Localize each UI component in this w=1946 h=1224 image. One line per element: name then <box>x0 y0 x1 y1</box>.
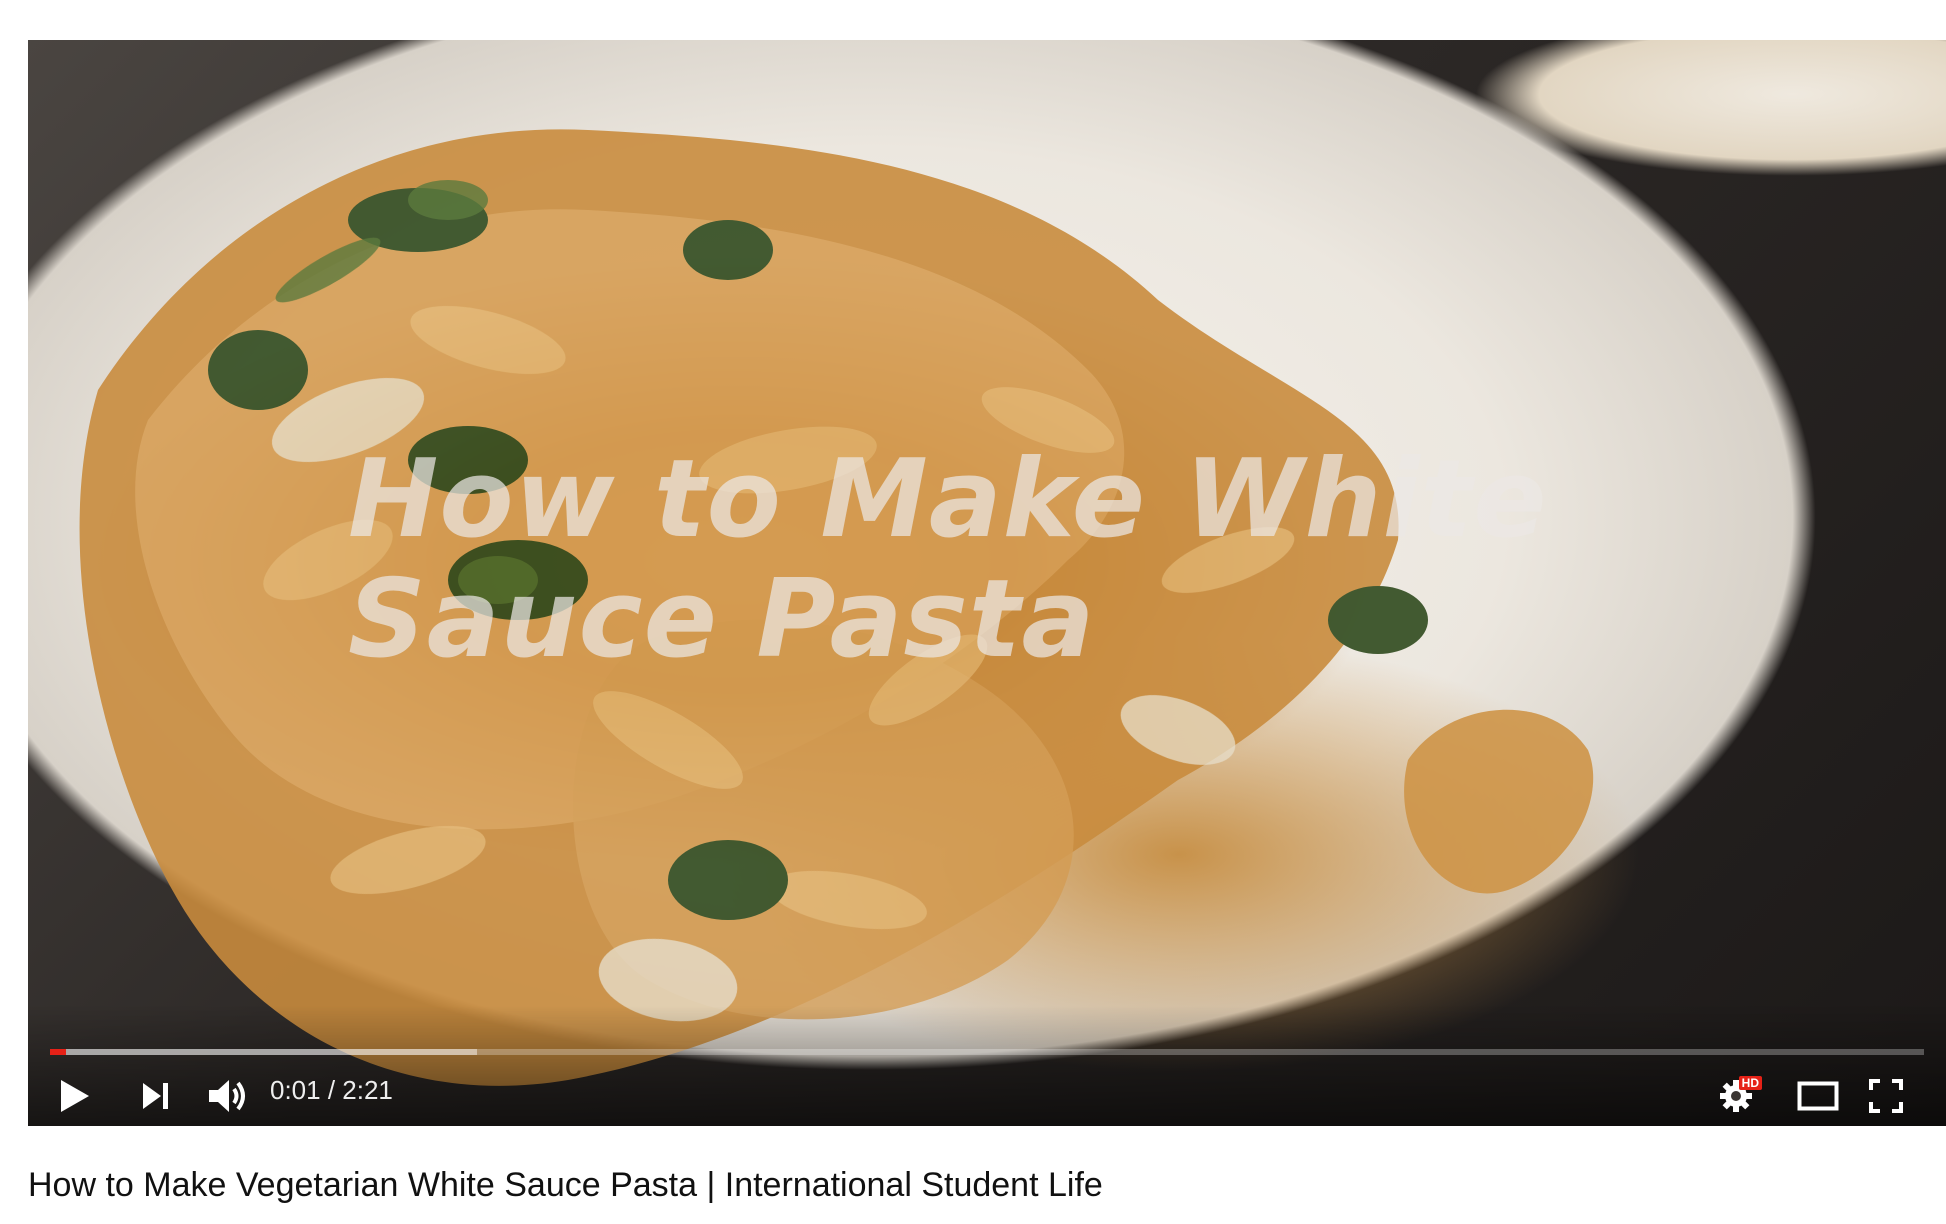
video-overlay-title: How to Make White Sauce Pasta <box>348 437 1548 682</box>
next-button[interactable] <box>128 1072 184 1120</box>
play-icon <box>61 1080 89 1112</box>
progress-buffered <box>50 1049 478 1055</box>
progress-bar[interactable] <box>50 1049 1924 1055</box>
volume-icon <box>209 1080 245 1112</box>
video-player[interactable]: How to Make White Sauce Pasta <box>28 40 1946 1126</box>
controls-gradient <box>28 1006 1946 1126</box>
video-frame[interactable]: How to Make White Sauce Pasta <box>28 40 1946 1126</box>
theater-mode-icon <box>1797 1081 1839 1111</box>
progress-played <box>50 1049 66 1055</box>
video-title: How to Make Vegetarian White Sauce Pasta… <box>28 1166 1103 1204</box>
next-icon <box>143 1083 168 1109</box>
hd-badge: HD <box>1738 1076 1762 1090</box>
time-display: 0:01 / 2:21 <box>270 1075 393 1105</box>
fullscreen-icon <box>1869 1079 1903 1113</box>
settings-button[interactable]: HD <box>1704 1072 1768 1120</box>
fullscreen-button[interactable] <box>1858 1072 1914 1120</box>
volume-button[interactable] <box>196 1072 260 1120</box>
play-button[interactable] <box>46 1072 102 1120</box>
theater-mode-button[interactable] <box>1786 1072 1850 1120</box>
